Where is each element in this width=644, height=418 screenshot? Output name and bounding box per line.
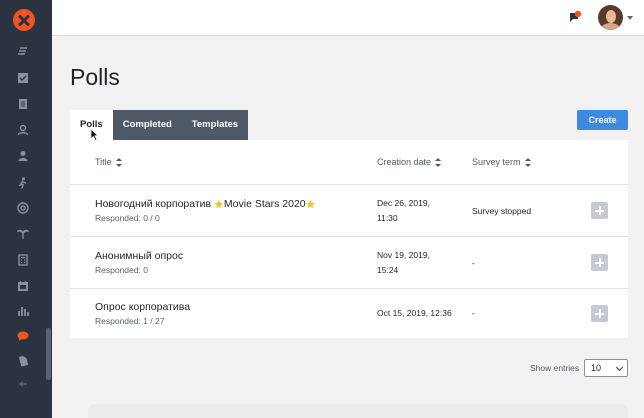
- column-header-label: Title: [95, 157, 112, 167]
- calculator-icon[interactable]: [17, 254, 29, 266]
- avatar[interactable]: [598, 5, 623, 30]
- entries-select-value: 10: [591, 363, 602, 373]
- column-header-survey-term[interactable]: Survey term: [472, 157, 531, 167]
- table-row[interactable]: Опрос корпоратива Responded: 1 / 27 Oct …: [70, 289, 628, 341]
- creation-date: Nov 19, 2019, 15:24: [377, 248, 459, 278]
- table-header: Title Creation date Survey term: [70, 140, 628, 185]
- sort-icon: [435, 157, 442, 167]
- mouse-cursor-icon: [90, 128, 100, 142]
- polls-table: Title Creation date Survey term Новогодн…: [70, 140, 628, 338]
- poll-title[interactable]: Опрос корпоратива: [95, 301, 190, 313]
- table-row[interactable]: Анонимный опрос Responded: 0 Nov 19, 201…: [70, 237, 628, 289]
- create-button[interactable]: Create: [577, 110, 628, 130]
- file-icon[interactable]: [17, 355, 29, 367]
- creation-date-line: Oct 15, 2019, 12:36: [377, 308, 452, 318]
- sort-icon: [115, 157, 122, 167]
- survey-term: -: [472, 308, 475, 318]
- collapse-arrow-icon[interactable]: [17, 378, 29, 390]
- top-bar: [52, 0, 644, 36]
- add-button[interactable]: [591, 202, 608, 219]
- creation-time-line: 11:30: [377, 213, 398, 223]
- column-header-label: Survey term: [472, 157, 521, 167]
- user-icon[interactable]: [17, 150, 29, 162]
- avatar-face: [606, 10, 616, 23]
- checkbox-icon[interactable]: [17, 72, 29, 84]
- tab-completed[interactable]: Completed: [112, 110, 182, 140]
- poll-title[interactable]: Новогодний корпоратив ★Movie Stars 2020★: [95, 198, 316, 211]
- chat-icon[interactable]: [568, 10, 582, 24]
- creation-time-line: 15:24: [377, 265, 399, 275]
- poll-title-text: Новогодний корпоратив: [95, 198, 215, 210]
- column-header-title[interactable]: Title: [95, 157, 122, 167]
- star-icon: ★: [214, 199, 224, 211]
- show-entries-label: Show entries: [530, 363, 580, 373]
- creation-date-line: Nov 19, 2019,: [377, 250, 430, 260]
- add-button[interactable]: [591, 254, 608, 271]
- chevron-down-icon: [615, 363, 624, 372]
- menu-lines-icon[interactable]: [17, 46, 29, 58]
- document-icon[interactable]: [17, 98, 29, 110]
- responded-count: Responded: 0 / 0: [95, 213, 160, 223]
- column-header-creation-date[interactable]: Creation date: [377, 157, 442, 167]
- survey-term: -: [472, 258, 475, 268]
- poll-title[interactable]: Анонимный опрос: [95, 250, 183, 262]
- app-logo-icon[interactable]: [13, 9, 35, 31]
- creation-date: Oct 15, 2019, 12:36: [377, 306, 487, 321]
- responded-count: Responded: 1 / 27: [95, 316, 165, 326]
- bar-chart-icon[interactable]: [17, 305, 29, 317]
- table-row[interactable]: Новогодний корпоратив ★Movie Stars 2020★…: [70, 185, 628, 237]
- poll-title-text: Movie Stars 2020: [223, 198, 306, 210]
- chat-bubble-icon[interactable]: [17, 330, 29, 342]
- bottom-panel-edge: [88, 404, 628, 418]
- user-circle-icon[interactable]: [17, 124, 29, 136]
- page-title: Polls: [70, 64, 120, 90]
- avatar-body: [601, 23, 620, 30]
- palm-tree-icon[interactable]: [17, 228, 29, 240]
- calendar-icon[interactable]: [17, 280, 29, 292]
- creation-date-line: Dec 26, 2019,: [377, 198, 430, 208]
- sidebar-scrollbar[interactable]: [46, 328, 51, 380]
- survey-term: Survey stopped: [472, 206, 532, 216]
- target-icon[interactable]: [17, 202, 29, 214]
- column-header-label: Creation date: [377, 157, 432, 167]
- star-icon: ★: [305, 199, 316, 211]
- sort-icon: [524, 157, 531, 167]
- tab-templates[interactable]: Templates: [181, 110, 249, 140]
- sidebar: [0, 0, 52, 418]
- person-icon[interactable]: [17, 177, 29, 189]
- creation-date: Dec 26, 2019, 11:30: [377, 196, 459, 226]
- caret-down-icon[interactable]: [627, 16, 633, 20]
- add-button[interactable]: [591, 305, 608, 322]
- entries-select[interactable]: 10: [584, 359, 628, 377]
- responded-count: Responded: 0: [95, 265, 148, 275]
